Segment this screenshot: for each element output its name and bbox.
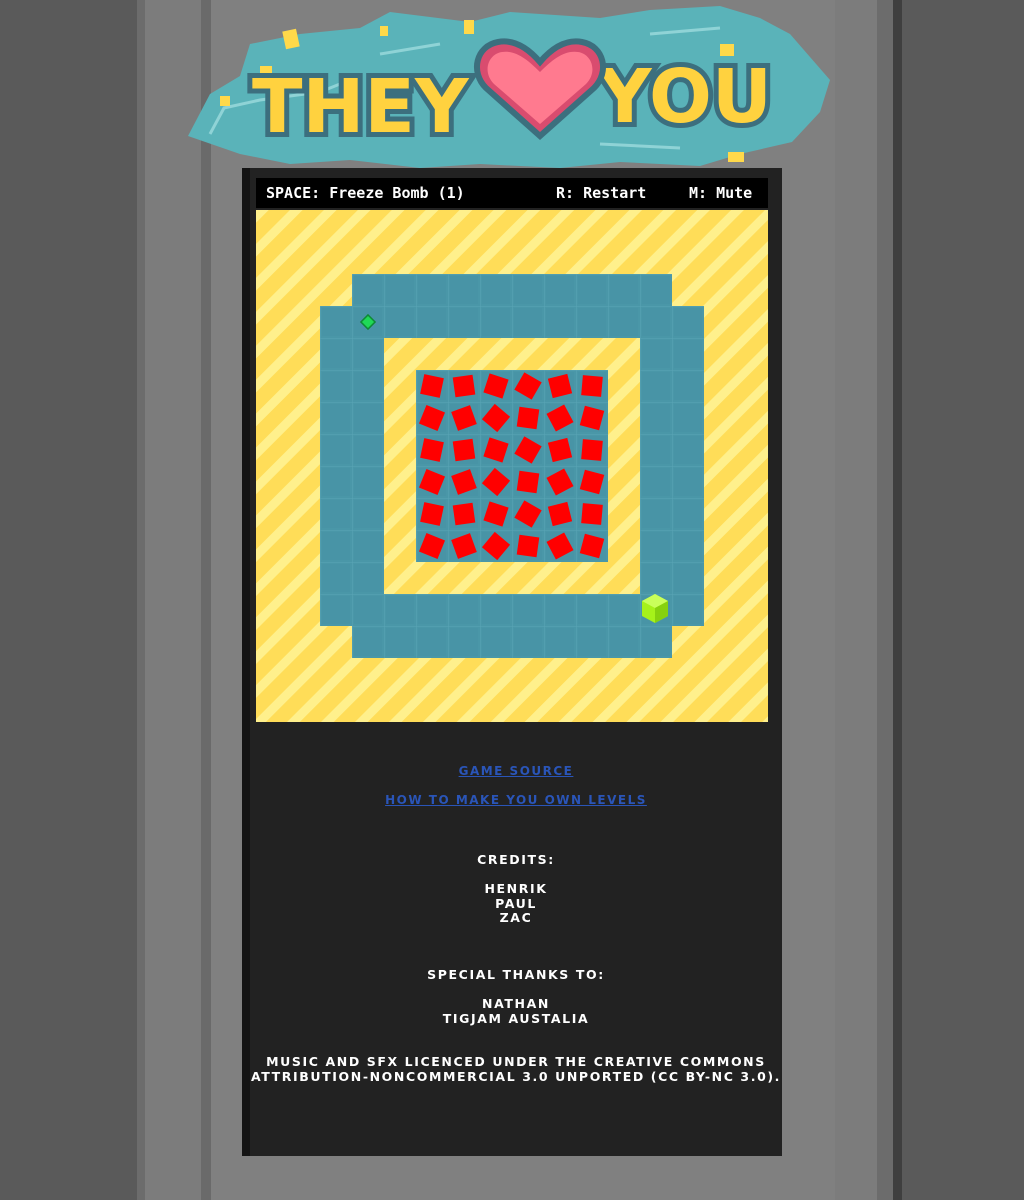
level-guide-link[interactable]: HOW TO MAKE YOU OWN LEVELS (250, 793, 782, 807)
red-enemy-icon (581, 503, 603, 525)
license-line: MUSIC AND SFX LICENCED UNDER THE CREATIV… (266, 1054, 766, 1069)
credit-name: ZAC (499, 910, 533, 925)
logo-text-they: THEY (252, 64, 470, 150)
links-section: HOW TO MAKE YOU OWN LEVELS (250, 793, 782, 807)
mute-hint: M: Mute (689, 184, 753, 202)
background-stripe (137, 0, 145, 1200)
logo-text-you: YOU (597, 54, 772, 140)
thanks-list: NATHAN TIGJAM AUSTALIA (250, 996, 782, 1026)
red-enemy-icon (452, 502, 476, 526)
game-canvas[interactable] (256, 210, 768, 722)
license-notice: MUSIC AND SFX LICENCED UNDER THE CREATIV… (250, 1054, 782, 1084)
center-pool (416, 370, 608, 562)
red-enemy-icon (581, 375, 603, 397)
hud-bar: SPACE: Freeze Bomb (1) R: Restart M: Mut… (256, 178, 768, 208)
red-enemy-icon (581, 439, 603, 461)
red-enemy-icon (516, 470, 540, 494)
links-section: GAME SOURCE (250, 764, 782, 778)
freeze-bomb-hint: SPACE: Freeze Bomb (1) (266, 184, 465, 202)
red-enemy-icon (516, 406, 540, 430)
game-source-link[interactable]: GAME SOURCE (250, 764, 782, 778)
thanks-title: SPECIAL THANKS TO: (427, 967, 605, 982)
thanks-name: NATHAN (482, 996, 550, 1011)
game-logo: THEY YOU (180, 4, 832, 170)
background-stripe (201, 0, 211, 1200)
background-stripe (877, 0, 893, 1200)
red-enemy-icon (420, 374, 444, 398)
license-line: ATTRIBUTION-NONCOMMERCIAL 3.0 UNPORTED (… (250, 1068, 782, 1084)
credits-title: CREDITS: (477, 852, 555, 867)
red-enemy-icon (452, 374, 476, 398)
background-stripe (145, 0, 201, 1200)
red-enemy-icon (420, 502, 444, 526)
credit-name: PAUL (495, 895, 537, 911)
red-enemy-icon (516, 534, 540, 558)
restart-hint: R: Restart (556, 184, 647, 202)
thanks-name: TIGJAM AUSTALIA (442, 1010, 590, 1026)
background-stripe (893, 0, 902, 1200)
background-stripe (835, 0, 877, 1200)
credits-list: HENRIK PAUL ZAC (250, 881, 782, 926)
credit-name: HENRIK (484, 881, 548, 896)
red-enemy-icon (420, 438, 444, 462)
red-enemy-icon (452, 438, 476, 462)
